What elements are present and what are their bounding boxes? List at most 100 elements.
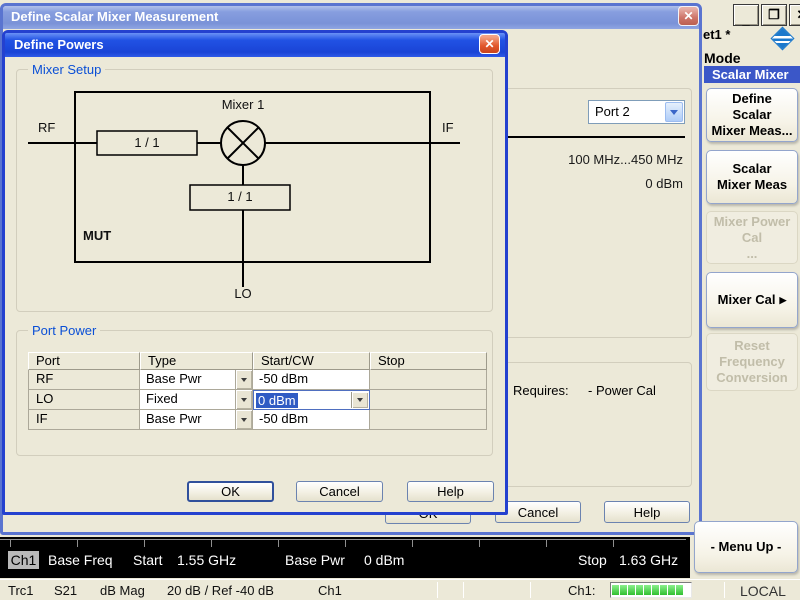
instrument-screen: _ ❐ ✕ et1 * Mode Scalar Mixer Define Sca… [0, 0, 800, 600]
progress-block [636, 585, 643, 595]
help-button[interactable]: Help [407, 481, 494, 502]
window-title: Define Scalar Mixer Measurement [11, 9, 218, 24]
chevron-down-icon [670, 110, 678, 115]
base-pwr-label: Base Pwr [285, 552, 345, 569]
port-select-combobox[interactable]: Port 2 [588, 100, 685, 124]
combo-spacer [298, 391, 351, 409]
rf-port-label: RF [38, 120, 55, 135]
dialog-close-button[interactable]: ✕ [479, 34, 500, 54]
trace-format: dB Mag [100, 583, 145, 598]
row-lo-type-dropdown[interactable]: Fixed [140, 390, 253, 410]
column-header-stop: Stop [370, 352, 487, 370]
dropdown-arrow-button[interactable] [351, 392, 368, 408]
channel-info-bar: Ch1 Base Freq Start 1.55 GHz Base Pwr 0 … [0, 537, 690, 578]
trace-channel: Ch1 [318, 583, 342, 598]
softkey-sidebar: et1 * Mode Scalar Mixer Define Scalar Mi… [690, 0, 800, 600]
row-lo-port-cell: LO [28, 390, 140, 410]
sweep-progress-bar [610, 582, 692, 598]
dialog-titlebar: Define Powers ✕ [5, 33, 505, 57]
row-if-start-cw-field[interactable]: -50 dBm [253, 410, 370, 430]
dropdown-arrow-button[interactable] [235, 390, 252, 409]
softkey-menu-up[interactable]: - Menu Up - [694, 521, 798, 573]
progress-block [612, 585, 619, 595]
progress-block [676, 585, 683, 595]
statusbar-separator [530, 582, 531, 598]
menu-title: Mode [704, 50, 741, 66]
base-pwr-value: 0 dBm [364, 552, 404, 569]
lo-frequency-ratio: 1 / 1 [190, 189, 290, 204]
chevron-down-icon [241, 418, 247, 422]
progress-block [668, 585, 675, 595]
rs-logo-icon [770, 26, 794, 50]
port-power-group-label: Port Power [28, 323, 100, 338]
ok-button[interactable]: OK [187, 481, 274, 502]
chevron-down-icon [241, 378, 247, 382]
chevron-down-icon [241, 398, 247, 402]
row-lo-stop-cell [370, 390, 487, 410]
softkey-mixer-power-cal: Mixer Power Cal ... [706, 211, 798, 264]
rf-frequency-ratio: 1 / 1 [97, 135, 197, 150]
row-lo-start-cw-selected-text: 0 dBm [256, 393, 298, 408]
submenu-arrow-icon: ▶ [779, 292, 786, 308]
mixer-name-label: Mixer 1 [203, 97, 283, 112]
bg-help-button[interactable]: Help [604, 501, 690, 523]
lo-port-label: LO [231, 286, 255, 301]
trace-name: Trc1 [8, 583, 34, 598]
progress-block [628, 585, 635, 595]
row-lo-start-cw-combobox[interactable]: 0 dBm [253, 390, 370, 410]
row-rf-stop-cell [370, 370, 487, 390]
port-power-table: Port Type Start/CW Stop RF Base Pwr -50 … [28, 352, 489, 430]
statusbar-separator [463, 582, 464, 598]
progress-block [660, 585, 667, 595]
start-value: 1.55 GHz [177, 552, 236, 569]
start-label: Start [133, 552, 163, 569]
dropdown-arrow-button[interactable] [235, 410, 252, 429]
trace-scale: 20 dB / Ref -40 dB [167, 583, 274, 598]
mut-label: MUT [83, 228, 111, 243]
row-rf-port-cell: RF [28, 370, 140, 390]
progress-block [644, 585, 651, 595]
row-rf-type-dropdown[interactable]: Base Pwr [140, 370, 253, 390]
chevron-down-icon [357, 398, 363, 402]
requires-value: - Power Cal [588, 383, 656, 398]
row-if-type-value: Base Pwr [140, 410, 235, 429]
statusbar-separator [437, 582, 438, 598]
column-header-port: Port [28, 352, 140, 370]
port-select-value: Port 2 [589, 101, 664, 123]
row-rf-type-value: Base Pwr [140, 370, 235, 389]
power-value: 0 dBm [520, 176, 683, 191]
define-powers-dialog: Define Powers ✕ Mixer Setup Mixer 1 RF I… [2, 30, 508, 515]
dropdown-arrow-button[interactable] [235, 370, 252, 389]
row-lo-type-value: Fixed [140, 390, 235, 409]
row-rf-start-cw-field[interactable]: -50 dBm [253, 370, 370, 390]
row-if-type-dropdown[interactable]: Base Pwr [140, 410, 253, 430]
menu-header-scalar-mixer: Scalar Mixer [704, 66, 800, 83]
dialog-title: Define Powers [14, 37, 104, 52]
softkey-define-scalar-mixer-meas[interactable]: Define Scalar Mixer Meas... [706, 88, 798, 142]
s-parameter: S21 [54, 583, 77, 598]
frequency-range-value: 100 MHz...450 MHz [520, 152, 683, 167]
softkey-scalar-mixer-meas[interactable]: Scalar Mixer Meas [706, 150, 798, 204]
combo-arrow-button[interactable] [665, 102, 683, 122]
mixer-setup-group-label: Mixer Setup [28, 62, 105, 77]
stop-label: Stop [578, 552, 607, 569]
channel-badge: Ch1 [8, 551, 39, 569]
row-if-stop-cell [370, 410, 487, 430]
requires-label: Requires: [513, 383, 569, 398]
column-header-type: Type [140, 352, 253, 370]
setup-name: et1 * [703, 27, 730, 42]
cancel-button[interactable]: Cancel [296, 481, 383, 502]
active-channel-label: Ch1: [568, 583, 595, 598]
row-if-port-cell: IF [28, 410, 140, 430]
softkey-mixer-cal-label: Mixer Cal [718, 292, 776, 308]
status-bar: Trc1 S21 dB Mag 20 dB / Ref -40 dB Ch1 C… [0, 579, 800, 600]
bg-diagram-line [505, 136, 685, 138]
if-port-label: IF [442, 120, 454, 135]
progress-block [652, 585, 659, 595]
sweep-type-label: Base Freq [48, 552, 113, 569]
progress-block [620, 585, 627, 595]
stop-value: 1.63 GHz [619, 552, 678, 569]
column-header-start-cw: Start/CW [253, 352, 370, 370]
softkey-mixer-cal[interactable]: Mixer Cal ▶ [706, 272, 798, 328]
sweep-axis-ticks [10, 539, 622, 547]
